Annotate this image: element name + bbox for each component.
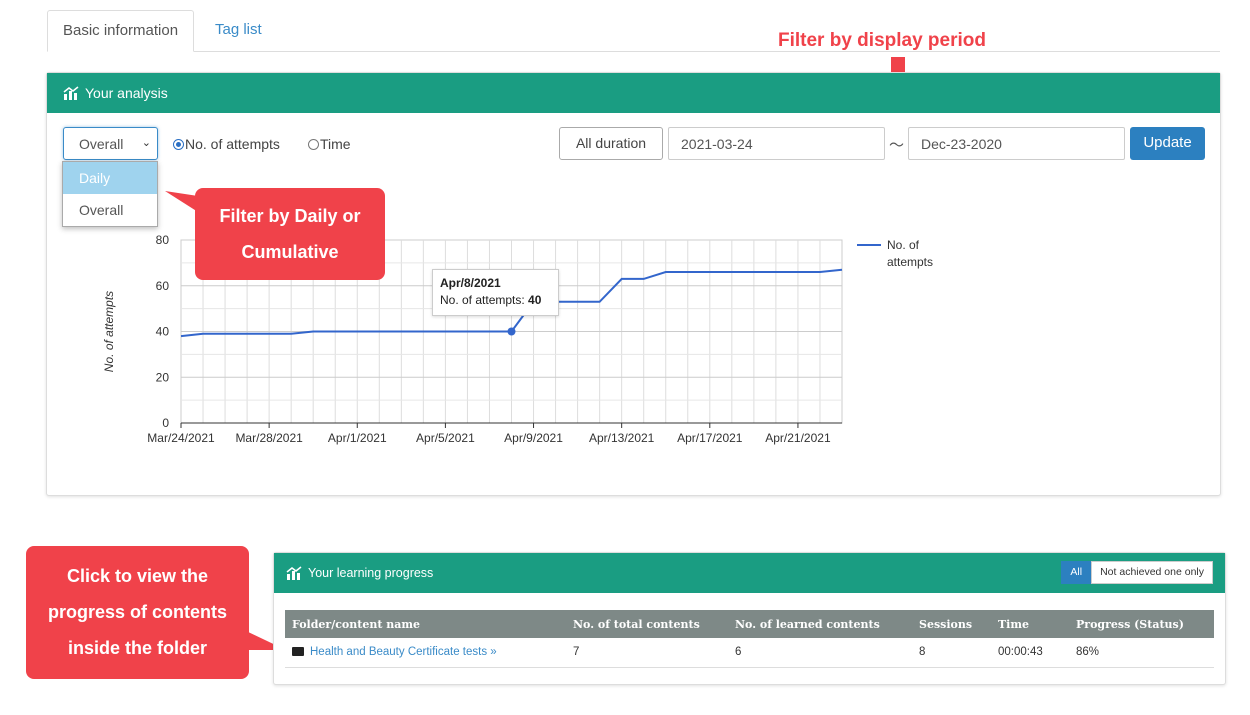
table-row: Health and Beauty Certificate tests » 7 … xyxy=(285,638,1214,668)
period-mode-dropdown: Daily Overall xyxy=(62,161,158,227)
x-tick-label: Apr/1/2021 xyxy=(328,431,387,445)
x-tick-label: Apr/21/2021 xyxy=(765,431,831,445)
callout-folder-line1: Click to view the xyxy=(66,566,209,586)
filter-not-achieved-button[interactable]: Not achieved one only xyxy=(1091,561,1213,584)
radio-checked-icon xyxy=(173,138,184,150)
total-contents-cell: 7 xyxy=(566,638,728,668)
progress-cell: 86% xyxy=(1069,638,1214,668)
radio-time[interactable]: Time xyxy=(308,136,351,152)
column-header: Sessions xyxy=(912,610,991,638)
date-to-input[interactable]: Dec-23-2020 xyxy=(908,127,1125,160)
tooltip-label: No. of attempts: xyxy=(440,293,525,307)
time-cell: 00:00:43 xyxy=(991,638,1069,668)
progress-header: Your learning progress All Not achieved … xyxy=(274,553,1225,593)
chart-icon xyxy=(286,566,302,580)
date-from-input[interactable]: 2021-03-24 xyxy=(668,127,885,160)
chart-icon xyxy=(63,86,79,100)
analysis-title: Your analysis xyxy=(85,85,168,101)
column-header: Time xyxy=(991,610,1069,638)
all-duration-button[interactable]: All duration xyxy=(559,127,663,160)
x-tick-label: Apr/5/2021 xyxy=(416,431,475,445)
y-tick-label: 80 xyxy=(156,233,170,247)
period-annotation: Filter by display period xyxy=(778,30,986,51)
x-tick-label: Mar/28/2021 xyxy=(235,431,303,445)
y-tick-label: 60 xyxy=(156,279,170,293)
x-tick-label: Mar/24/2021 xyxy=(147,431,215,445)
tooltip-value: 40 xyxy=(528,293,542,307)
radio-unchecked-icon xyxy=(308,138,319,150)
column-header: Folder/content name xyxy=(285,610,566,638)
radio-time-label: Time xyxy=(320,136,351,152)
folder-callout: Click to view the progress of contents i… xyxy=(26,546,249,679)
y-tick-label: 20 xyxy=(156,370,170,384)
chart-tooltip: Apr/8/2021 No. of attempts: 40 xyxy=(432,269,559,316)
legend-label: No. of xyxy=(887,238,920,252)
legend-label: attempts xyxy=(887,255,933,269)
tab-tag-list[interactable]: Tag list xyxy=(200,10,277,52)
y-tick-label: 0 xyxy=(162,416,169,430)
folder-link[interactable]: Health and Beauty Certificate tests » xyxy=(310,646,497,658)
update-button[interactable]: Update xyxy=(1130,127,1205,160)
progress-title: Your learning progress xyxy=(308,566,434,580)
chevron-down-icon: ⌄ xyxy=(141,137,151,149)
period-mode-value: Overall xyxy=(79,136,124,152)
x-tick-label: Apr/13/2021 xyxy=(589,431,655,445)
filter-all-button[interactable]: All xyxy=(1061,561,1092,584)
column-header: No. of learned contents xyxy=(728,610,912,638)
column-header: No. of total contents xyxy=(566,610,728,638)
x-tick-label: Apr/17/2021 xyxy=(677,431,743,445)
callout-daily-line2: Cumulative xyxy=(241,242,339,262)
callout-folder-line3: inside the folder xyxy=(67,638,208,658)
date-range-separator: ～ xyxy=(889,137,905,154)
callout-folder-line2: progress of contents xyxy=(47,602,228,622)
tab-basic-information[interactable]: Basic information xyxy=(47,10,195,52)
radio-attempts-label: No. of attempts xyxy=(185,136,280,152)
daily-filter-callout: Filter by Daily or Cumulative xyxy=(195,188,385,280)
tooltip-date: Apr/8/2021 xyxy=(440,276,501,290)
progress-table: Folder/content name No. of total content… xyxy=(285,610,1214,668)
dropdown-option-daily[interactable]: Daily xyxy=(63,162,157,194)
x-tick-label: Apr/9/2021 xyxy=(504,431,563,445)
folder-icon xyxy=(292,647,304,657)
period-mode-select[interactable]: Overall ⌄ xyxy=(63,127,158,160)
y-axis-label: No. of attempts xyxy=(102,291,116,372)
column-header: Progress (Status) xyxy=(1069,610,1214,638)
analysis-header: Your analysis xyxy=(47,73,1220,113)
y-tick-label: 40 xyxy=(156,325,170,339)
dropdown-option-overall[interactable]: Overall xyxy=(63,194,157,226)
tab-bar: Basic information Tag list xyxy=(47,10,1220,52)
data-point xyxy=(507,327,516,336)
progress-filter: All Not achieved one only xyxy=(1061,561,1213,584)
callout-pointer xyxy=(165,191,198,212)
learned-contents-cell: 6 xyxy=(728,638,912,668)
sessions-cell: 8 xyxy=(912,638,991,668)
radio-attempts[interactable]: No. of attempts xyxy=(173,136,280,152)
callout-daily-line1: Filter by Daily or xyxy=(219,206,361,226)
progress-panel: Your learning progress All Not achieved … xyxy=(273,552,1226,685)
